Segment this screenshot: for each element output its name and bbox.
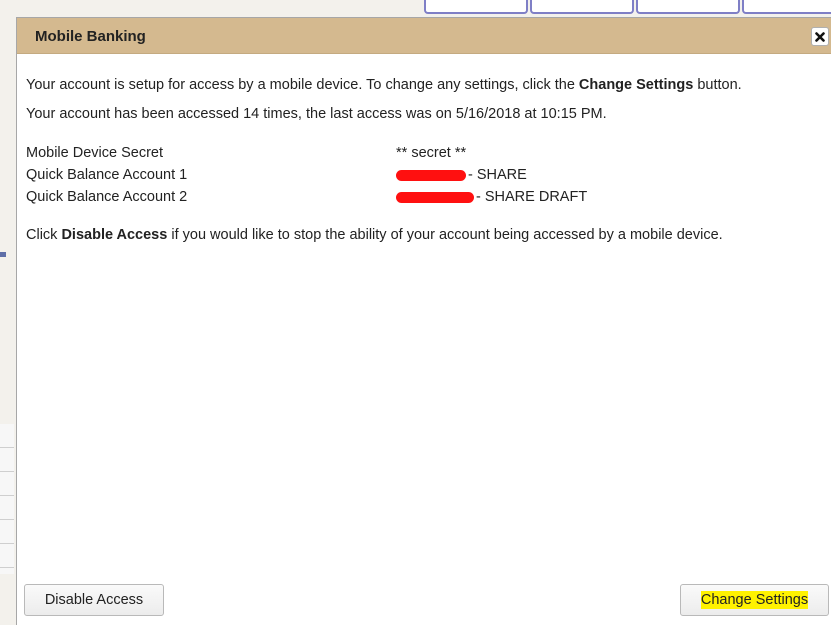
background-marker xyxy=(0,252,6,257)
table-row: Quick Balance Account 2 - SHARE DRAFT xyxy=(26,186,587,208)
access-info: Your account has been accessed 14 times,… xyxy=(26,106,607,122)
background-table-cell xyxy=(0,424,14,448)
secret-label: Mobile Device Secret xyxy=(26,145,163,161)
dialog-title: Mobile Banking xyxy=(35,28,146,45)
secret-value: ** secret ** xyxy=(396,145,467,161)
background-table-strip xyxy=(0,424,14,574)
close-icon xyxy=(815,32,825,42)
account1-label: Quick Balance Account 1 xyxy=(26,167,188,183)
account1-value: - SHARE xyxy=(468,167,527,183)
account1-value-cell: - SHARE xyxy=(396,164,587,186)
change-settings-label: Change Settings xyxy=(700,591,809,609)
mobile-banking-dialog: Mobile Banking Your account is setup for… xyxy=(16,17,831,625)
disable-access-ref: Disable Access xyxy=(61,227,168,243)
account2-value-cell: - SHARE DRAFT xyxy=(396,186,587,208)
table-row: Quick Balance Account 1 - SHARE xyxy=(26,164,587,186)
background-tabs xyxy=(424,0,831,14)
redaction-mark xyxy=(396,169,466,181)
background-table-cell xyxy=(0,496,14,520)
disable-paragraph: Click Disable Access if you would like t… xyxy=(26,227,723,243)
dialog-content: Your account is setup for access by a mo… xyxy=(26,76,826,244)
background-table-cell xyxy=(0,520,14,544)
close-button[interactable] xyxy=(811,27,829,46)
background-tab xyxy=(636,0,740,14)
background-tab xyxy=(424,0,528,14)
account2-value: - SHARE DRAFT xyxy=(476,189,588,205)
change-settings-button[interactable]: Change Settings xyxy=(680,584,829,616)
account2-label: Quick Balance Account 2 xyxy=(26,189,188,205)
disable-access-button[interactable]: Disable Access xyxy=(24,584,164,616)
background-tab xyxy=(530,0,634,14)
table-row: Mobile Device Secret ** secret ** xyxy=(26,142,587,164)
change-settings-ref: Change Settings xyxy=(578,77,694,93)
redaction-mark xyxy=(396,191,474,203)
intro-paragraph: Your account is setup for access by a mo… xyxy=(26,77,742,93)
background-table-cell xyxy=(0,472,14,496)
background-tab xyxy=(742,0,831,14)
background-table-cell xyxy=(0,544,14,568)
settings-table: Mobile Device Secret ** secret ** Quick … xyxy=(26,142,587,208)
dialog-titlebar[interactable]: Mobile Banking xyxy=(17,18,831,54)
background-table-cell xyxy=(0,448,14,472)
